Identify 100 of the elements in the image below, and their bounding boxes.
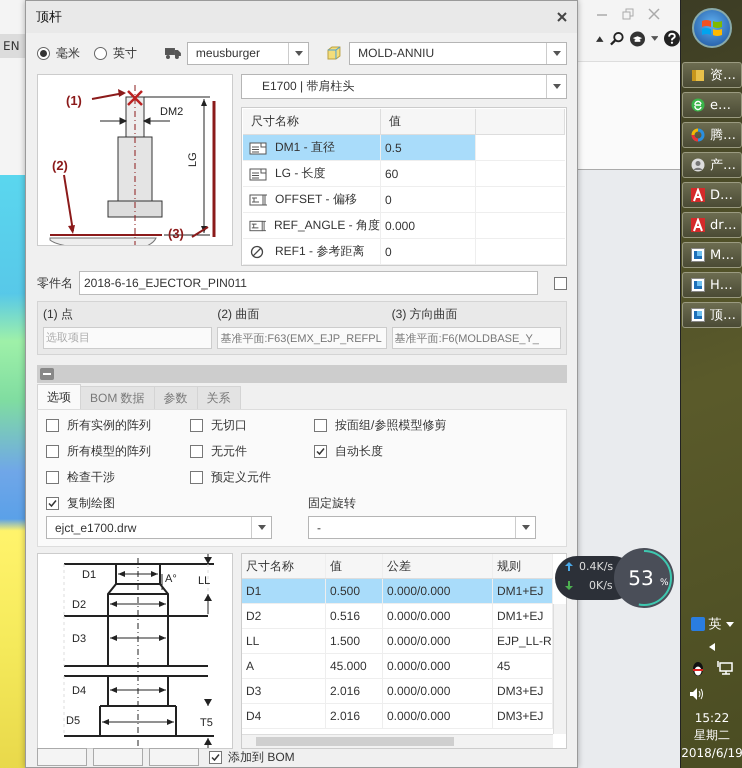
dimension-label: D4 bbox=[72, 685, 86, 697]
checkbox-label: 无元件 bbox=[211, 442, 247, 460]
taskbar-button[interactable]: dr… bbox=[682, 212, 742, 238]
table-row[interactable]: A 45.000 0.000/0.000 45 bbox=[242, 654, 553, 679]
table-cell: LL bbox=[242, 629, 326, 653]
input-field[interactable]: 2018-6-16_EJECTOR_PIN011 bbox=[79, 271, 538, 295]
dimension-label: LL bbox=[198, 575, 210, 587]
checkbox-label: 复制绘图 bbox=[67, 494, 115, 512]
dimension-label: D1 bbox=[82, 569, 96, 581]
column-header: 公差 bbox=[383, 554, 493, 578]
table-cell: 0.000/0.000 bbox=[383, 704, 493, 728]
dimension-label: D3 bbox=[72, 633, 86, 645]
table-cell: REF1 - 参考距离 bbox=[275, 243, 364, 260]
input-field[interactable]: 基准平面:F63(EMX_EJP_REFPL bbox=[217, 327, 387, 349]
tab[interactable]: 选项 bbox=[37, 384, 81, 409]
table-cell: 1.500 bbox=[326, 629, 383, 653]
field-label: (3) 方向曲面 bbox=[392, 306, 459, 323]
table-row[interactable]: LG - 长度 60 bbox=[243, 161, 565, 187]
table-cell: 2.016 bbox=[326, 679, 383, 703]
field-label: (1) 点 bbox=[43, 306, 74, 323]
table-cell: D2 bbox=[242, 604, 326, 628]
table-cell: D3 bbox=[242, 679, 326, 703]
dropdown[interactable]: E1700 | 带肩柱头 bbox=[241, 74, 567, 99]
checkbox-label: 添加到 BOM bbox=[228, 748, 295, 766]
dimension-label: LG bbox=[187, 152, 199, 167]
table-cell: 0 bbox=[381, 187, 476, 212]
table-cell: LG - 长度 bbox=[275, 165, 326, 182]
table-cell: D1 bbox=[242, 579, 326, 603]
unit-radio[interactable]: 英寸 bbox=[94, 44, 137, 62]
table-cell: D4 bbox=[242, 704, 326, 728]
field-label: 固定旋转 bbox=[308, 494, 357, 512]
dimension-label: D2 bbox=[72, 599, 86, 611]
table-cell: 0.500 bbox=[326, 579, 383, 603]
checkbox-label: 按面组/参照模型修剪 bbox=[335, 416, 446, 434]
checkbox-label: 所有模型的阵列 bbox=[67, 442, 151, 460]
table-cell: A bbox=[242, 654, 326, 678]
table-cell: 0.000/0.000 bbox=[383, 629, 493, 653]
table-row[interactable]: D2 0.516 0.000/0.000 DM1+EJ bbox=[242, 604, 553, 629]
table-cell: 0 bbox=[381, 239, 476, 264]
table-row[interactable]: LL 1.500 0.000/0.000 EJP_LL-R bbox=[242, 629, 553, 654]
dropdown[interactable]: meusburger bbox=[186, 42, 310, 64]
column-header: 值 bbox=[381, 109, 476, 134]
tab[interactable]: 关系 bbox=[196, 386, 241, 409]
tab[interactable]: 参数 bbox=[154, 386, 198, 409]
checkbox-label: 所有实例的阵列 bbox=[67, 416, 151, 434]
table-cell: 0.000/0.000 bbox=[383, 679, 493, 703]
callout-label: (1) bbox=[66, 93, 82, 108]
taskbar-button[interactable]: D… bbox=[682, 182, 742, 208]
table-cell: DM1 - 直径 bbox=[275, 139, 335, 156]
table-row[interactable]: D4 2.016 0.000/0.000 DM3+EJ bbox=[242, 704, 553, 729]
language-indicator[interactable]: 英 bbox=[708, 615, 722, 633]
table-cell: 0.000/0.000 bbox=[383, 654, 493, 678]
input-field[interactable]: 选取项目 bbox=[43, 327, 212, 349]
table-cell: REF_ANGLE - 角度 bbox=[274, 217, 380, 234]
table-row[interactable]: DM1 - 直径 0.5 bbox=[243, 135, 565, 161]
memory-percent: 53 bbox=[628, 566, 654, 590]
field-label: (2) 曲面 bbox=[217, 306, 260, 323]
checkbox-label: 无切口 bbox=[211, 416, 247, 434]
window-title: 顶杆 bbox=[36, 8, 62, 26]
dimension-label: T5 bbox=[200, 717, 213, 729]
taskbar-button[interactable]: e… bbox=[682, 92, 742, 118]
upload-speed: 0.4K/s bbox=[579, 560, 614, 573]
column-header: 规则 bbox=[493, 554, 553, 578]
table-row[interactable]: D3 2.016 0.000/0.000 DM3+EJ bbox=[242, 679, 553, 704]
taskbar-button[interactable]: 顶… bbox=[682, 302, 742, 328]
download-speed: 0K/s bbox=[589, 579, 613, 592]
dropdown[interactable]: - bbox=[308, 516, 536, 539]
input-field[interactable]: 基准平面:F6(MOLDBASE_Y_ bbox=[392, 327, 561, 349]
dropdown[interactable]: MOLD-ANNIU bbox=[349, 42, 567, 64]
taskbar-button[interactable]: 腾… bbox=[682, 122, 742, 148]
percent-sign: % bbox=[660, 578, 669, 588]
ribbon-tab[interactable]: EN bbox=[0, 34, 25, 58]
table-row[interactable]: D1 0.500 0.000/0.000 DM1+EJ bbox=[242, 579, 553, 604]
column-header: 尺寸名称 bbox=[243, 109, 381, 134]
table-cell: 0.5 bbox=[381, 135, 476, 160]
taskbar-button[interactable]: 产… bbox=[682, 152, 742, 178]
unit-radio[interactable]: 毫米 bbox=[37, 44, 80, 62]
checkbox-label: 自动长度 bbox=[335, 442, 383, 460]
dimension-label: DM2 bbox=[160, 106, 184, 118]
table-cell: 0.000/0.000 bbox=[383, 604, 493, 628]
dimension-label: D5 bbox=[66, 715, 80, 727]
field-label: 零件名 bbox=[37, 274, 73, 292]
table-cell: OFFSET - 偏移 bbox=[275, 191, 357, 208]
table-row[interactable]: REF1 - 参考距离 0 bbox=[243, 239, 565, 265]
table-cell: 60 bbox=[381, 161, 476, 186]
table-cell: 0.516 bbox=[326, 604, 383, 628]
taskbar-button[interactable]: H… bbox=[682, 272, 742, 298]
dimension-label: A° bbox=[165, 573, 177, 585]
table-cell: DM1+EJ bbox=[493, 579, 553, 603]
table-cell: 0.000/0.000 bbox=[383, 579, 493, 603]
taskbar-button[interactable]: 资… bbox=[682, 62, 742, 88]
table-cell: 0.000 bbox=[381, 213, 476, 238]
table-row[interactable]: REF_ANGLE - 角度 0.000 bbox=[243, 213, 565, 239]
dropdown[interactable]: ejct_e1700.drw bbox=[46, 516, 272, 539]
table-row[interactable]: OFFSET - 偏移 0 bbox=[243, 187, 565, 213]
column-header: 值 bbox=[326, 554, 383, 578]
table-cell: 2.016 bbox=[326, 704, 383, 728]
checkbox-label: 预定义元件 bbox=[211, 468, 271, 486]
clock[interactable]: 15:22 星期二 2018/6/19 bbox=[681, 711, 742, 760]
taskbar-button[interactable]: M… bbox=[682, 242, 742, 268]
